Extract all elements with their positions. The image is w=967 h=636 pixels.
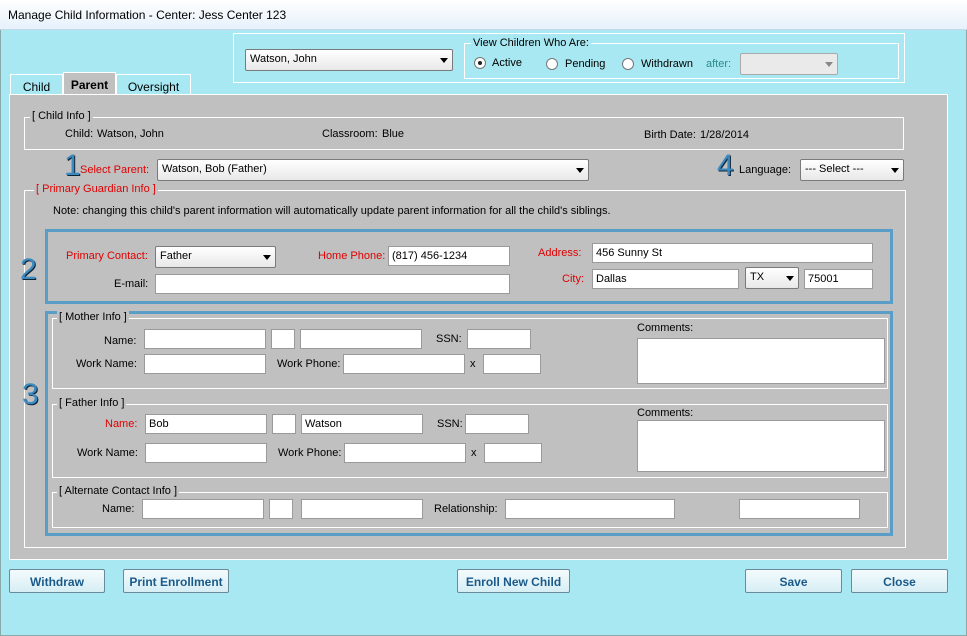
home-phone-label: Home Phone: xyxy=(318,250,386,262)
father-work-name-label: Work Name: xyxy=(77,447,138,459)
child-label: Child: xyxy=(65,128,94,140)
radio-active-label: Active xyxy=(492,57,522,69)
title-bar: Manage Child Information - Center: Jess … xyxy=(0,0,967,30)
zip-input[interactable]: 75001 xyxy=(804,269,873,289)
father-ssn-input[interactable] xyxy=(465,414,529,434)
select-parent-dropdown[interactable]: Watson, Bob (Father) xyxy=(157,159,589,181)
radio-pending[interactable] xyxy=(546,58,558,70)
alternate-first-input[interactable] xyxy=(142,499,264,519)
alternate-name-label: Name: xyxy=(102,503,135,515)
father-work-name-input[interactable] xyxy=(145,443,267,463)
address-label: Address: xyxy=(538,247,582,259)
child-select-value: Watson, John xyxy=(250,53,317,65)
radio-active[interactable] xyxy=(474,57,486,69)
mother-work-phone-input[interactable] xyxy=(343,354,465,374)
birth-date-label: Birth Date: xyxy=(644,129,696,141)
chevron-down-icon xyxy=(825,62,833,67)
alternate-middle-input[interactable] xyxy=(269,499,293,519)
select-parent-value: Watson, Bob (Father) xyxy=(162,163,267,175)
mother-ssn-input[interactable] xyxy=(467,329,531,349)
father-name-label: Name: xyxy=(105,418,138,430)
father-ext-label: x xyxy=(471,447,477,459)
language-label: Language: xyxy=(739,164,791,176)
child-info-legend: [ Child Info ] xyxy=(30,110,93,122)
language-select[interactable]: --- Select --- xyxy=(800,159,904,181)
mother-ext-input[interactable] xyxy=(483,354,541,374)
city-label: City: xyxy=(562,273,584,285)
marker-2: 2 xyxy=(20,253,37,286)
select-parent-label: Select Parent: xyxy=(80,164,150,176)
state-value: TX xyxy=(750,271,765,283)
mother-comments-label: Comments: xyxy=(637,322,694,334)
chevron-down-icon xyxy=(576,168,584,173)
father-work-phone-input[interactable] xyxy=(344,443,466,463)
marker-3: 3 xyxy=(22,378,39,411)
father-ext-input[interactable] xyxy=(484,443,542,463)
father-legend: [ Father Info ] xyxy=(57,397,127,409)
chevron-down-icon xyxy=(440,58,448,63)
mother-ext-label: x xyxy=(470,358,476,370)
child-select[interactable]: Watson, John xyxy=(245,49,453,71)
mother-middle-input[interactable] xyxy=(271,329,295,349)
alternate-last-input[interactable] xyxy=(301,499,423,519)
father-first-input[interactable]: Bob xyxy=(145,414,267,434)
mother-work-phone-label: Work Phone: xyxy=(277,358,341,370)
child-value: Watson, John xyxy=(97,128,164,140)
father-ssn-label: SSN: xyxy=(437,418,463,430)
close-button[interactable]: Close xyxy=(851,569,948,593)
primary-contact-select[interactable]: Father xyxy=(155,246,276,268)
email-label: E-mail: xyxy=(114,278,149,290)
mother-last-input[interactable] xyxy=(300,329,422,349)
primary-contact-label: Primary Contact: xyxy=(66,250,148,262)
father-last-input[interactable]: Watson xyxy=(301,414,423,434)
radio-withdrawn-label: Withdrawn xyxy=(641,58,693,70)
mother-work-name-label: Work Name: xyxy=(76,358,137,370)
chevron-down-icon xyxy=(263,255,271,260)
radio-pending-label: Pending xyxy=(565,58,606,70)
alternate-legend: [ Alternate Contact Info ] xyxy=(57,485,180,497)
chevron-down-icon xyxy=(891,168,899,173)
father-comments-label: Comments: xyxy=(637,407,694,419)
sibling-note: Note: changing this child's parent infor… xyxy=(53,205,611,217)
window-title: Manage Child Information - Center: Jess … xyxy=(8,8,287,22)
tab-child-label: Child xyxy=(22,80,51,94)
enroll-new-child-button[interactable]: Enroll New Child xyxy=(457,569,570,593)
city-input[interactable]: Dallas xyxy=(592,269,739,289)
mother-work-name-input[interactable] xyxy=(144,354,266,374)
relationship-input[interactable] xyxy=(505,499,675,519)
father-middle-input[interactable] xyxy=(272,414,296,434)
birth-date-value: 1/28/2014 xyxy=(700,129,749,141)
chevron-down-icon xyxy=(786,276,794,281)
radio-withdrawn[interactable] xyxy=(622,58,634,70)
father-work-phone-label: Work Phone: xyxy=(278,447,342,459)
classroom-value: Blue xyxy=(382,128,405,140)
marker-1: 1 xyxy=(64,149,81,182)
home-phone-input[interactable]: (817) 456-1234 xyxy=(388,246,510,266)
state-select[interactable]: TX xyxy=(745,267,799,289)
mother-first-input[interactable] xyxy=(144,329,266,349)
relationship-label: Relationship: xyxy=(434,503,498,515)
mother-legend: [ Mother Info ] xyxy=(57,311,129,323)
tab-parent-label: Parent xyxy=(70,78,109,92)
after-label: after: xyxy=(706,58,732,70)
tab-oversight-label: Oversight xyxy=(127,80,180,94)
email-input[interactable] xyxy=(155,274,510,294)
classroom-label: Classroom: xyxy=(322,128,378,140)
view-children-legend: View Children Who Are: xyxy=(471,37,591,49)
save-button[interactable]: Save xyxy=(745,569,842,593)
address-input[interactable]: 456 Sunny St xyxy=(592,243,873,263)
print-enrollment-button[interactable]: Print Enrollment xyxy=(123,569,229,593)
primary-contact-value: Father xyxy=(160,250,192,262)
primary-guardian-legend: [ Primary Guardian Info ] xyxy=(34,183,158,195)
after-date-select[interactable] xyxy=(740,53,838,75)
marker-4: 4 xyxy=(717,149,734,182)
alternate-extra-input[interactable] xyxy=(739,499,860,519)
mother-name-label: Name: xyxy=(104,335,137,347)
father-comments-textarea[interactable] xyxy=(637,420,885,472)
mother-ssn-label: SSN: xyxy=(436,333,462,345)
language-value: --- Select --- xyxy=(805,163,864,175)
mother-comments-textarea[interactable] xyxy=(637,338,885,384)
withdraw-button[interactable]: Withdraw xyxy=(9,569,105,593)
